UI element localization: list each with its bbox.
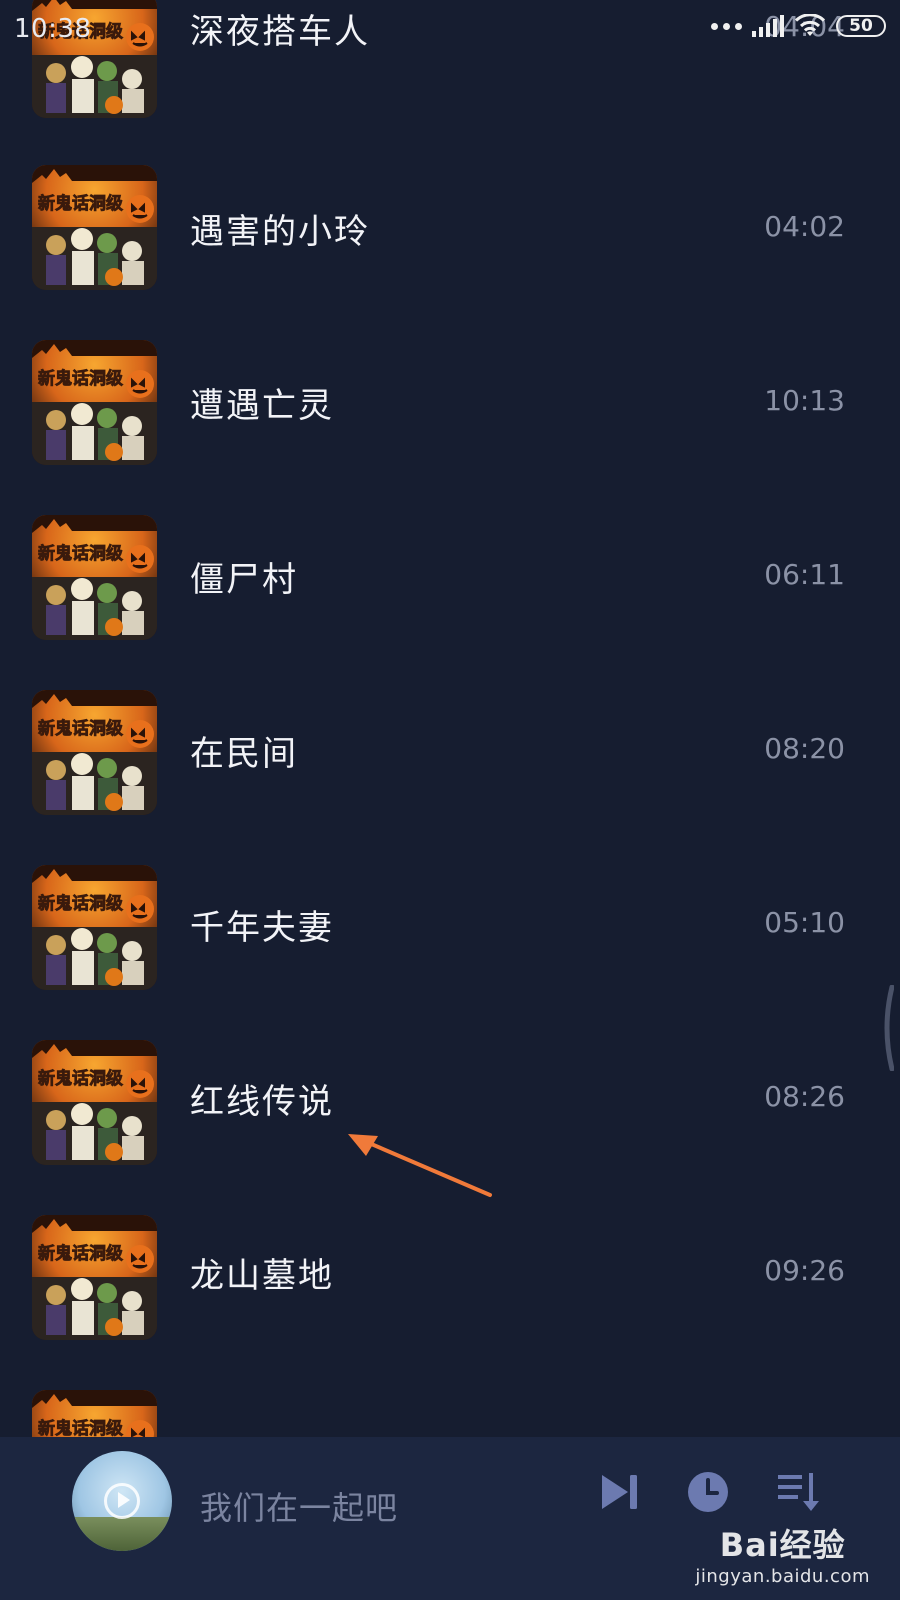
album-cover: 新鬼话洞级 [32,340,157,465]
signal-icon [752,15,784,37]
track-title: 在民间 [190,734,298,774]
status-time: 10:38 [14,14,92,44]
status-bar: 10:38 50 [0,0,900,62]
album-cover: 新鬼话洞级 [32,165,157,290]
cover-title-text: 新鬼话洞级 [38,1068,123,1089]
now-playing-cover[interactable] [72,1451,172,1551]
track-duration: 05:10 [764,906,845,939]
list-item[interactable]: 新鬼话洞级 遭遇亡灵 10:13 [0,315,900,490]
track-duration: 06:11 [764,558,845,591]
wifi-icon [794,14,826,36]
track-title: 遭遇亡灵 [190,386,334,426]
track-duration: 09:26 [764,1254,845,1287]
annotation-arrow-icon [348,1134,492,1197]
track-title: 红线传说 [190,1082,334,1122]
album-cover: 新鬼话洞级 [32,690,157,815]
track-title: 千年夫妻 [190,908,334,948]
album-cover: 新鬼话洞级 [32,515,157,640]
cover-title-text: 新鬼话洞级 [38,1243,123,1264]
timer-icon[interactable] [686,1467,736,1517]
track-duration: 08:20 [764,732,845,765]
track-title: 龙山墓地 [190,1256,334,1296]
cover-title-text: 新鬼话洞级 [38,1418,123,1439]
list-item[interactable]: 新鬼话洞级 在民间 08:20 [0,665,900,840]
more-dots-icon [711,22,742,30]
list-item[interactable]: 新鬼话洞级 遇害的小玲 04:02 [0,140,900,315]
watermark: Bai经验 jingyan.baidu.com [695,1520,870,1587]
scroll-handle[interactable] [880,985,894,1071]
track-duration: 08:26 [764,1080,845,1113]
track-title: 遇害的小玲 [190,212,370,252]
list-item[interactable]: 新鬼话洞级 僵尸村 06:11 [0,490,900,665]
watermark-url: jingyan.baidu.com [695,1566,870,1587]
cover-title-text: 新鬼话洞级 [38,893,123,914]
status-icons: 50 [711,14,886,38]
track-duration: 04:02 [764,210,845,243]
next-track-icon[interactable] [596,1467,646,1517]
list-item[interactable]: 新鬼话洞级 千年夫妻 05:10 [0,840,900,1015]
track-title: 僵尸村 [190,560,298,600]
album-cover: 新鬼话洞级 [32,865,157,990]
cover-title-text: 新鬼话洞级 [38,368,123,389]
album-cover: 新鬼话洞级 [32,1215,157,1340]
screen: 新鬼话洞级 深夜搭车人 04:04 新鬼话洞级 遇害的小玲 04:02 新鬼话洞… [0,0,900,1600]
watermark-logo: Bai经验 [719,1526,846,1564]
cover-title-text: 新鬼话洞级 [38,718,123,739]
battery-icon: 50 [836,15,886,37]
album-cover: 新鬼话洞级 [32,1040,157,1165]
cover-title-text: 新鬼话洞级 [38,193,123,214]
now-playing-title: 我们在一起吧 [200,1489,399,1527]
playlist-icon[interactable] [776,1467,826,1517]
track-duration: 10:13 [764,384,845,417]
cover-title-text: 新鬼话洞级 [38,543,123,564]
list-item[interactable]: 新鬼话洞级 龙山墓地 09:26 [0,1190,900,1365]
